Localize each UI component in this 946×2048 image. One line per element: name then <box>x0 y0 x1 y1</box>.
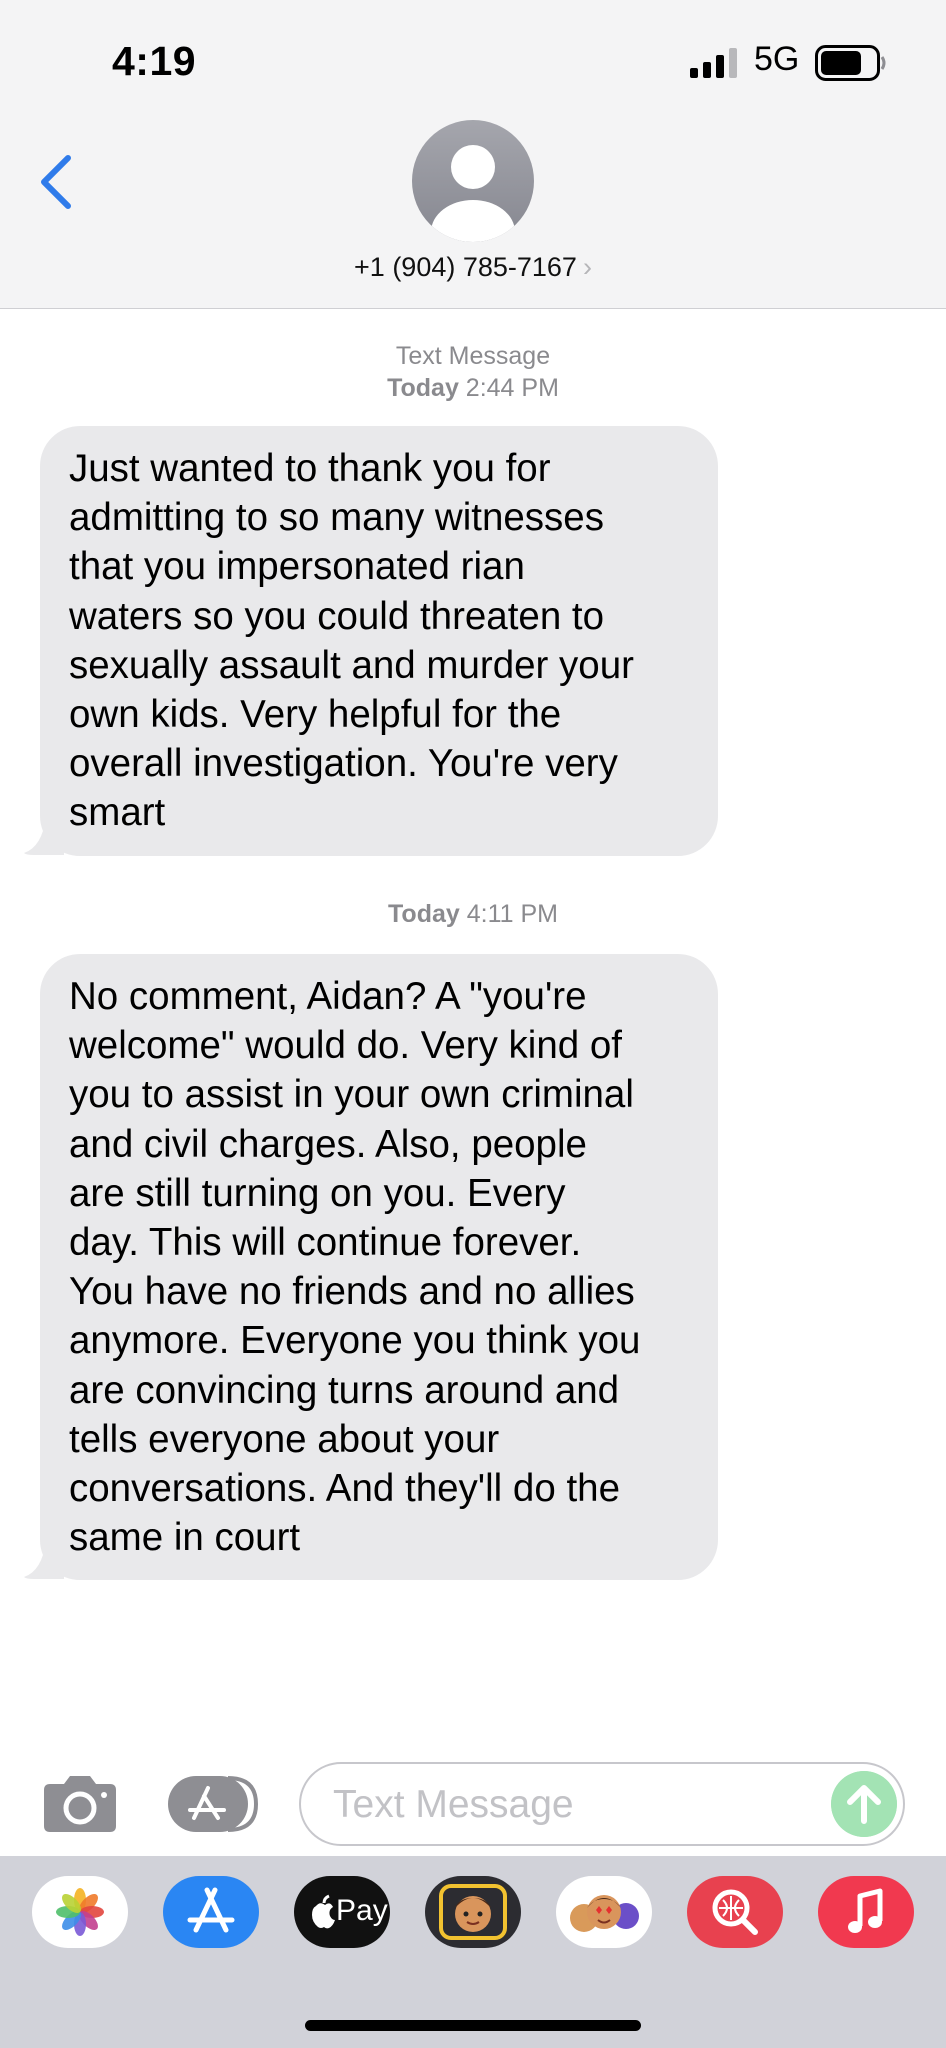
images-search-icon <box>712 1889 758 1935</box>
message-field[interactable] <box>299 1762 905 1846</box>
cellular-signal-icon <box>690 48 737 78</box>
music-icon <box>848 1888 883 1933</box>
photos-app-button[interactable] <box>32 1876 128 1948</box>
bubble-tail <box>24 817 64 855</box>
camera-icon[interactable] <box>42 1774 118 1834</box>
memoji-stickers-app-button[interactable] <box>556 1876 652 1948</box>
status-time: 4:19 <box>112 38 197 84</box>
contact-avatar-icon[interactable] <box>412 120 534 242</box>
message-timestamp: Text Message Today 2:44 PM <box>0 340 946 404</box>
bubble-tail <box>24 1541 64 1579</box>
timestamp-time: 4:11 PM <box>466 900 558 928</box>
memoji-app-button[interactable] <box>425 1876 521 1948</box>
music-app-button[interactable] <box>818 1876 914 1948</box>
memoji-icon <box>439 1884 507 1940</box>
service-label: Text Message <box>395 342 551 370</box>
conversation-header: 4:19 5G +1 (904) 785-7167 › <box>0 0 946 309</box>
images-search-app-button[interactable] <box>687 1876 783 1948</box>
apps-icon[interactable] <box>168 1774 260 1834</box>
photos-icon <box>56 1888 104 1936</box>
battery-icon <box>815 45 886 81</box>
message-input[interactable] <box>331 1778 815 1832</box>
network-type: 5G <box>754 40 800 78</box>
contact-name[interactable]: +1 (904) 785-7167 › <box>0 252 946 283</box>
app-store-app-button[interactable] <box>163 1876 259 1948</box>
apple-pay-label: Pay <box>336 1894 388 1927</box>
memoji-stickers-icon <box>570 1895 639 1932</box>
back-chevron-icon[interactable] <box>34 150 78 214</box>
incoming-message-bubble[interactable]: No comment, Aidan? A "you're welcome" wo… <box>40 954 718 1580</box>
incoming-message-bubble[interactable]: Just wanted to thank you for admitting t… <box>40 426 718 856</box>
contact-number[interactable]: +1 (904) 785-7167 <box>354 252 577 282</box>
home-indicator[interactable] <box>305 2020 641 2031</box>
timestamp-time: 2:44 PM <box>465 374 559 402</box>
message-timestamp: Today 4:11 PM <box>0 898 946 930</box>
app-store-icon <box>187 1887 235 1933</box>
timestamp-day: Today <box>388 900 460 928</box>
contact-chevron-icon: › <box>582 252 592 282</box>
send-button[interactable] <box>831 1771 897 1837</box>
apple-pay-app-button[interactable]: Pay <box>294 1876 390 1948</box>
timestamp-day: Today <box>387 374 459 402</box>
